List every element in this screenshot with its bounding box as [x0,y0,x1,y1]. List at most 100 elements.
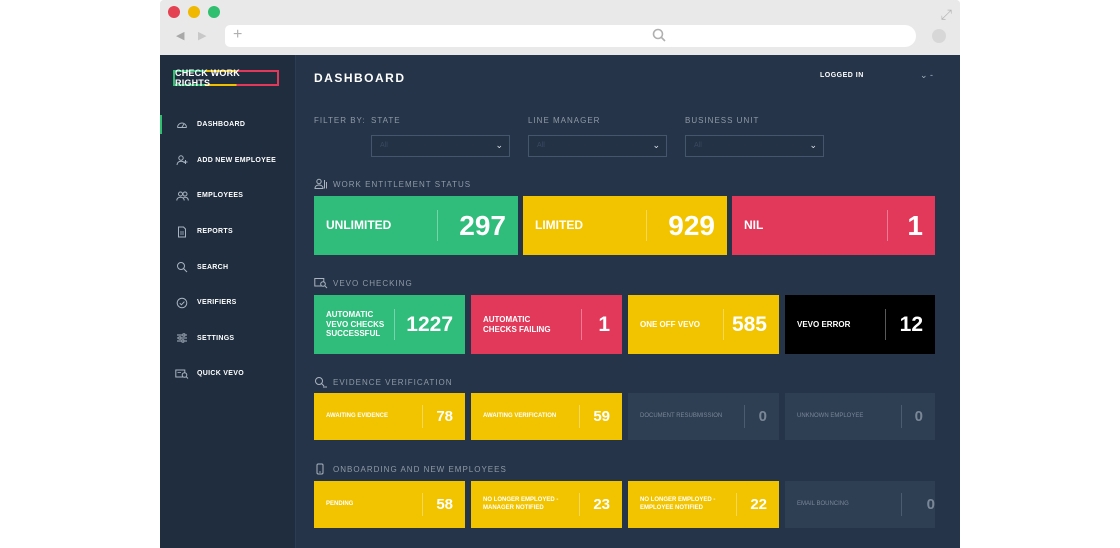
sidebar: CHECK WORK RIGHTS DASHBOARD ADD NEW EMPL… [160,55,296,548]
tile-one-off-vevo[interactable]: ONE OFF VEVO 585 [628,295,779,354]
sidebar-item-label: VERIFIERS [197,299,237,307]
tile-label: AUTOMATIC CHECKS FAILING [483,314,551,334]
tile-value: 0 [914,408,923,425]
sidebar-item-label: REPORTS [197,228,233,236]
tile-value: 297 [459,209,506,241]
add-user-icon [175,153,189,167]
tile-divider [579,405,580,428]
tile-vevo-error[interactable]: VEVO ERROR 12 [785,295,935,354]
forward-arrow-icon[interactable]: ▶ [198,29,206,42]
tile-label: AWAITING VERIFICATION [483,412,557,419]
tile-pending[interactable]: PENDING 58 [314,481,465,528]
tile-value: 78 [436,408,453,425]
section-title-text: VEVO CHECKING [333,278,413,288]
section-title-text: EVIDENCE VERIFICATION [333,377,453,387]
tile-value: 929 [668,209,715,241]
section-title-text: WORK ENTITLEMENT STATUS [333,179,472,189]
tile-unlimited[interactable]: UNLIMITED 297 [314,196,518,255]
maximize-window-button[interactable] [208,6,220,18]
tile-divider [736,493,737,516]
tile-divider [437,210,438,241]
sidebar-item-dashboard[interactable]: DASHBOARD [160,107,296,143]
search-icon [652,28,666,42]
state-select[interactable]: All ⌄ [371,135,510,157]
tile-automatic-checks-failing[interactable]: AUTOMATIC CHECKS FAILING 1 [471,295,622,354]
sidebar-item-search[interactable]: SEARCH [160,249,296,285]
business-unit-select[interactable]: All ⌄ [685,135,824,157]
tile-unknown-employee[interactable]: UNKNOWN EMPLOYEE 0 [785,393,935,440]
tile-awaiting-verification[interactable]: AWAITING VERIFICATION 59 [471,393,622,440]
tile-email-bouncing[interactable]: EMAIL BOUNCING 0 [785,481,935,528]
tile-divider [394,309,395,340]
chevron-down-icon: ⌄ [809,140,817,150]
main-content: DASHBOARD LOGGED IN ⌄ - FILTER BY: STATE… [314,55,944,548]
section-title-work-entitlement: WORK ENTITLEMENT STATUS [314,178,471,190]
tile-divider [422,493,423,516]
users-icon [175,189,189,203]
id-search-icon [314,277,328,289]
tile-label: AWAITING EVIDENCE [326,412,389,419]
tile-value: 23 [593,496,610,513]
sidebar-item-reports[interactable]: REPORTS [160,214,296,250]
document-icon [175,225,189,239]
line-manager-select[interactable]: All ⌄ [528,135,667,157]
close-window-button[interactable] [168,6,180,18]
id-search-icon [175,367,189,381]
tile-divider [581,309,582,340]
tile-automatic-vevo-checks-successful[interactable]: AUTOMATIC VEVO CHECKS SUCCESSFUL 1227 [314,295,465,354]
browser-window: ⤢ ◀ ▶ + ↻ CHECK WORK RIGHTS DASHBOARD AD… [160,0,960,548]
tile-document-resubmission[interactable]: DOCUMENT RESUBMISSION 0 [628,393,779,440]
sliders-icon [175,331,189,345]
tile-no-longer-employed-manager-notified[interactable]: NO LONGER EMPLOYED - MANAGER NOTIFIED 23 [471,481,622,528]
sidebar-item-settings[interactable]: SETTINGS [160,321,296,357]
search-icon [175,260,189,274]
line-manager-filter-label: LINE MANAGER [528,116,601,125]
tile-no-longer-employed-employee-notified[interactable]: NO LONGER EMPLOYED - EMPLOYEE NOTIFIED 2… [628,481,779,528]
tile-label: UNKNOWN EMPLOYEE [797,412,864,419]
tile-value: 1227 [406,312,453,336]
tile-divider [901,405,902,428]
tile-value: 1 [598,312,610,336]
tile-label: AUTOMATIC VEVO CHECKS SUCCESSFUL [326,310,385,339]
section-title-evidence-verification: EVIDENCE VERIFICATION [314,376,453,388]
tile-divider [723,309,724,340]
tile-value: 22 [750,496,767,513]
profile-avatar[interactable] [932,29,946,43]
tile-divider [744,405,745,428]
logo[interactable]: CHECK WORK RIGHTS [173,68,279,88]
sidebar-item-add-new-employee[interactable]: ADD NEW EMPLOYEE [160,143,296,179]
new-tab-plus-icon[interactable]: + [233,26,242,44]
sidebar-item-employees[interactable]: EMPLOYEES [160,178,296,214]
sidebar-item-verifiers[interactable]: VERIFIERS [160,285,296,321]
tile-limited[interactable]: LIMITED 929 [523,196,727,255]
user-status[interactable]: LOGGED IN [820,72,864,79]
sidebar-item-label: DASHBOARD [197,121,246,129]
tile-awaiting-evidence[interactable]: AWAITING EVIDENCE 78 [314,393,465,440]
tile-label: UNLIMITED [326,218,392,233]
dashboard-gauge-icon [175,118,189,132]
tile-value: 59 [593,408,610,425]
section-title-vevo-checking: VEVO CHECKING [314,277,413,289]
tile-divider [887,210,888,241]
chevron-down-icon: ⌄ [495,140,503,150]
sidebar-item-quick-vevo[interactable]: QUICK VEVO [160,356,296,392]
fullscreen-icon[interactable]: ⤢ [941,6,952,23]
tile-label: ONE OFF VEVO [640,319,701,329]
id-card-user-icon [314,178,328,190]
tile-value: 58 [436,496,453,513]
browser-toolbar: ⤢ ◀ ▶ + ↻ [160,0,960,55]
user-menu-chevron-icon[interactable]: ⌄ - [920,70,933,81]
phone-icon [314,463,328,475]
tile-label: EMAIL BOUNCING [797,500,849,507]
tile-label: LIMITED [535,218,583,233]
back-arrow-icon[interactable]: ◀ [176,29,184,42]
browser-search-bar[interactable] [646,25,916,47]
select-value: All [537,142,545,149]
sidebar-item-label: SEARCH [197,263,229,271]
tile-divider [901,493,902,516]
sidebar-item-label: ADD NEW EMPLOYEE [197,156,277,164]
tile-nil[interactable]: NIL 1 [732,196,935,255]
minimize-window-button[interactable] [188,6,200,18]
section-title-text: ONBOARDING AND NEW EMPLOYEES [333,464,507,474]
select-value: All [694,142,702,149]
